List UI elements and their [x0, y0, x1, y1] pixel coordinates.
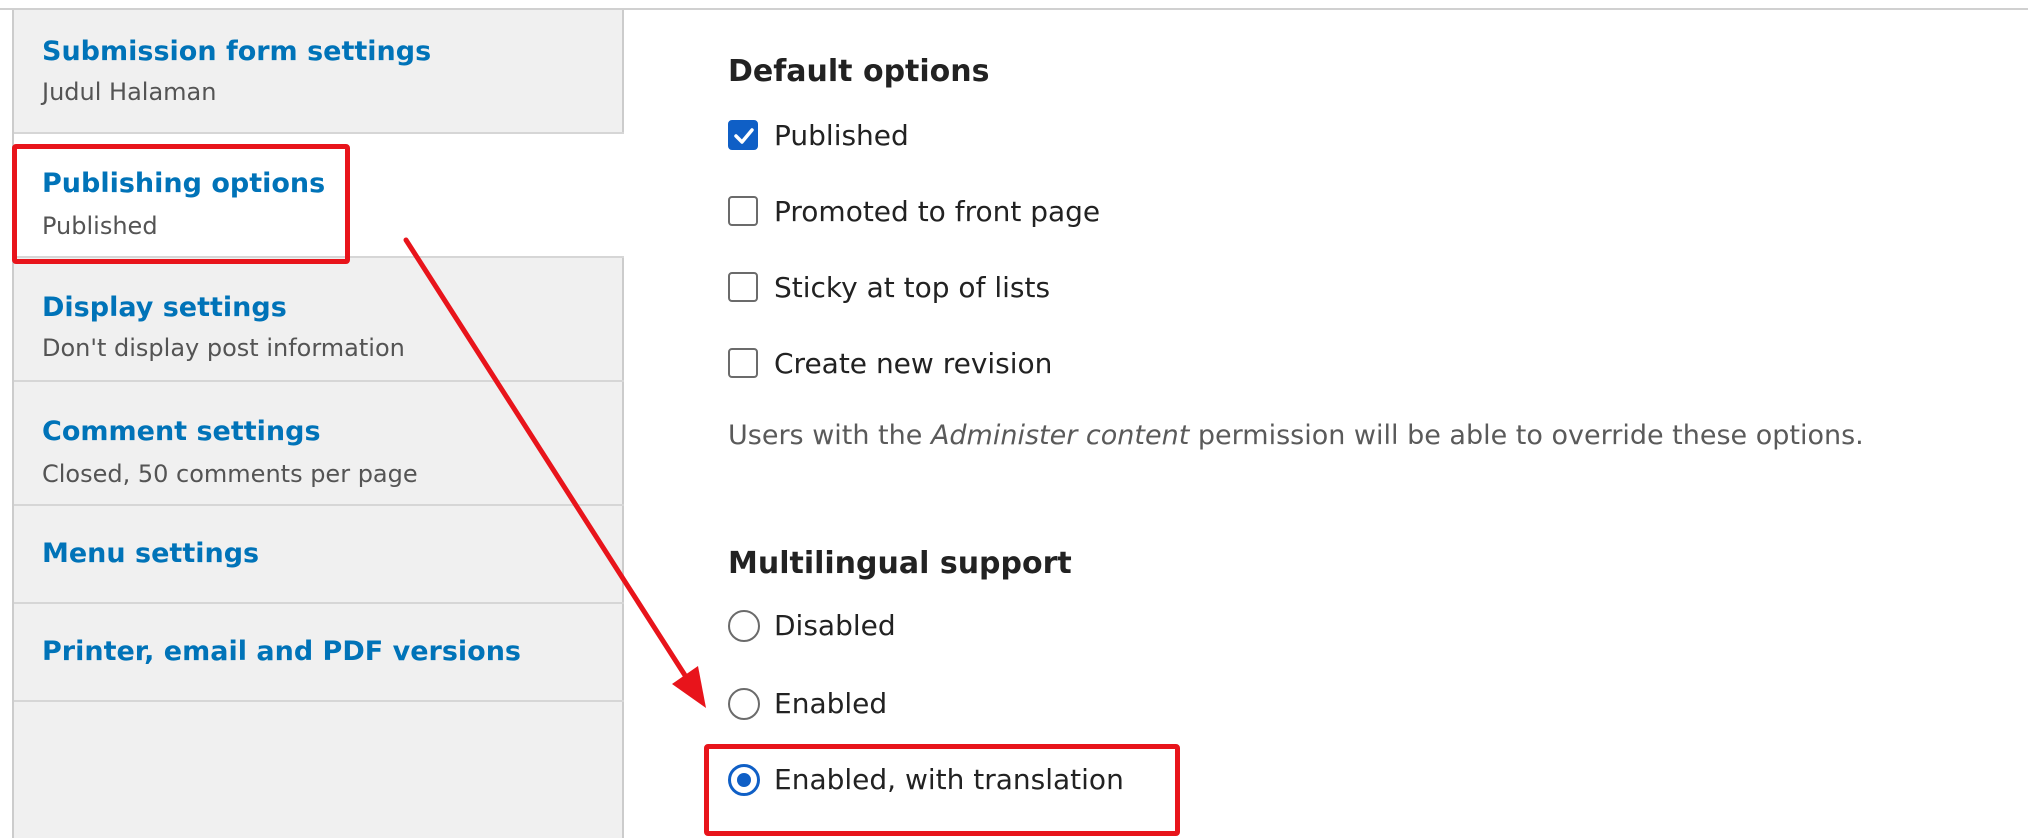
- annotation-arrow-icon: [403, 237, 706, 708]
